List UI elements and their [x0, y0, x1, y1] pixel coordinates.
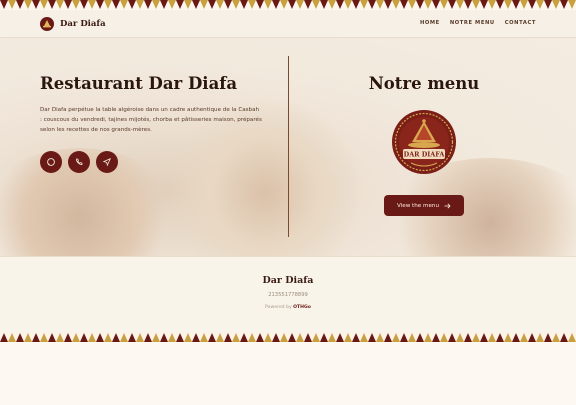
navbar: Dar Diafa HOME NOTRE MENU CONTACT — [0, 10, 576, 38]
tajine-logo-icon — [40, 17, 54, 31]
intro-column: Restaurant Dar Diafa Dar Diafa perpétue … — [40, 74, 262, 173]
hero-title: Restaurant Dar Diafa — [40, 74, 238, 93]
section-divider — [288, 56, 289, 237]
hero-section: Restaurant Dar Diafa Dar Diafa perpétue … — [0, 38, 576, 256]
brand[interactable]: Dar Diafa — [40, 17, 106, 31]
navigation-icon[interactable] — [96, 151, 118, 173]
footer-powered-by: Powered by OTHGo — [0, 305, 576, 310]
contact-icons — [40, 151, 260, 173]
nav-contact[interactable]: CONTACT — [505, 20, 536, 26]
view-menu-button[interactable]: View the menu — [384, 195, 464, 216]
view-menu-label: View the menu — [397, 202, 439, 209]
powered-prefix: Powered by — [265, 305, 292, 310]
brand-name: Dar Diafa — [60, 19, 106, 29]
arrow-right-icon — [444, 203, 451, 208]
chat-icon[interactable] — [40, 151, 62, 173]
decorative-top-border — [0, 0, 576, 10]
menu-column: Notre menu DAR DIAFA View the menu — [324, 74, 524, 216]
phone-icon[interactable] — [68, 151, 90, 173]
powered-brand-link[interactable]: OTHGo — [293, 305, 311, 310]
footer-title: Dar Diafa — [262, 275, 314, 286]
hero-description: Dar Diafa perpétue la table algéroise da… — [40, 107, 262, 133]
page-bottom-area — [0, 342, 576, 405]
decorative-bottom-border — [0, 332, 576, 342]
footer-phone[interactable]: 213551778899 — [0, 292, 576, 298]
nav-notre-menu[interactable]: NOTRE MENU — [450, 20, 495, 26]
main-menu: HOME NOTRE MENU CONTACT — [420, 20, 536, 26]
svg-text:DAR DIAFA: DAR DIAFA — [404, 151, 446, 159]
footer: Dar Diafa 213551778899 Powered by OTHGo — [0, 256, 576, 332]
dar-diafa-emblem: DAR DIAFA — [391, 109, 457, 175]
menu-title: Notre menu — [368, 74, 480, 93]
nav-home[interactable]: HOME — [420, 20, 440, 26]
